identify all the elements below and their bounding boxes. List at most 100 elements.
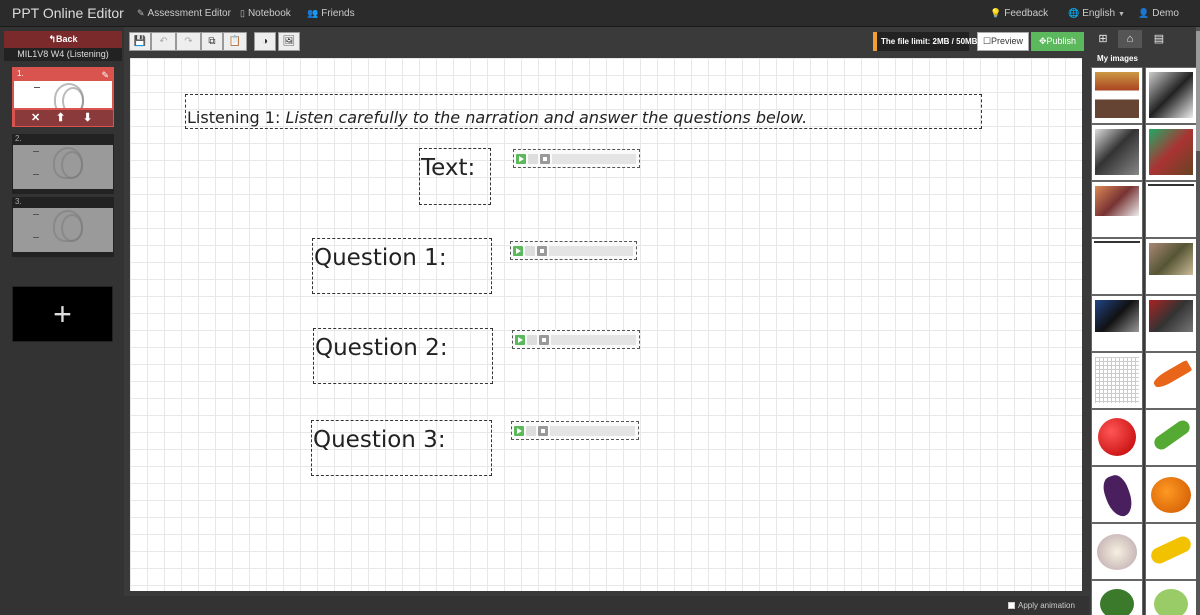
copy-button[interactable]: ⧉	[201, 32, 223, 51]
audio-player-question3[interactable]	[511, 421, 639, 440]
image-thumb-cauliflower[interactable]	[1091, 523, 1143, 580]
scrollbar-thumb[interactable]	[1196, 31, 1200, 151]
image-thumb-mechanic[interactable]	[1091, 295, 1143, 352]
caret-down-icon: ▼	[1118, 11, 1125, 18]
nav-notebook[interactable]: ▯ Notebook	[240, 8, 291, 19]
slide-thumbnail-1[interactable]: 1. ✎ ✕ ⬆ ⬇	[12, 67, 114, 127]
title-text: Listening 1: Listen carefully to the nar…	[187, 108, 807, 127]
text-label-box[interactable]: Text:	[419, 148, 491, 205]
slide-preview	[13, 145, 113, 189]
app-brand[interactable]: PPT Online Editor	[12, 5, 124, 21]
image-thumb-broccoli[interactable]	[1091, 580, 1143, 615]
pause-icon[interactable]	[527, 335, 537, 345]
slide-thumbnail-3[interactable]: 3.	[12, 197, 114, 257]
nav-feedback-label: Feedback	[1004, 8, 1049, 19]
image-thumb-cabbage[interactable]	[1145, 580, 1197, 615]
image-thumb-woman-cooking[interactable]	[1145, 124, 1197, 181]
slide-thumbnail-2[interactable]: 2.	[12, 134, 114, 194]
slide-preview-lines	[34, 87, 40, 108]
redo-button[interactable]: ↷	[176, 32, 201, 51]
stop-icon[interactable]	[539, 335, 549, 345]
image-thumb-carpenter[interactable]	[1145, 238, 1197, 295]
image-thumb-corn[interactable]	[1145, 523, 1197, 580]
nav-assessment-editor[interactable]: ✎ Assessment Editor	[137, 8, 231, 19]
back-button-label: Back	[56, 34, 78, 44]
paste-icon: 📋	[228, 36, 242, 47]
audio-player-question1[interactable]	[510, 241, 637, 260]
image-thumb-blank-2[interactable]	[1091, 238, 1143, 295]
preview-checkbox-icon: ☐	[982, 36, 992, 46]
move-up-icon[interactable]: ⬆	[56, 111, 65, 124]
image-thumb-pumpkin[interactable]	[1145, 466, 1197, 523]
images-scrollbar[interactable]	[1196, 27, 1200, 615]
copy-icon: ⧉	[208, 36, 216, 47]
user-menu[interactable]: 👤 Demo	[1138, 8, 1179, 19]
insert-image-button[interactable]: 🖼	[278, 32, 300, 51]
pause-icon[interactable]	[526, 426, 536, 436]
slide-preview	[14, 81, 112, 108]
play-icon[interactable]	[514, 426, 524, 436]
audio-progress-track[interactable]	[549, 246, 633, 256]
audio-progress-track[interactable]	[552, 154, 636, 164]
image-thumb-cook[interactable]	[1091, 67, 1143, 124]
image-icon: 🖼	[282, 36, 296, 47]
play-icon[interactable]	[513, 246, 523, 256]
slide-canvas[interactable]: Listening 1: Listen carefully to the nar…	[130, 58, 1082, 591]
image-thumb-barber[interactable]	[1091, 124, 1143, 181]
pencil-icon: ✎	[137, 8, 145, 18]
apply-animation-toggle[interactable]: Apply animation	[1008, 601, 1075, 610]
deck-name: MIL1V8 W4 (Listening)	[4, 48, 122, 61]
publish-label: Publish	[1046, 36, 1077, 46]
image-thumb-butcher[interactable]	[1091, 181, 1143, 238]
image-thumb-eggplant[interactable]	[1091, 466, 1143, 523]
stop-icon[interactable]	[538, 426, 548, 436]
images-tab[interactable]: ⌂	[1118, 30, 1142, 48]
add-asset-tab[interactable]: ⊞	[1091, 30, 1115, 48]
image-thumb-chef[interactable]	[1145, 67, 1197, 124]
layout-tab[interactable]: ▤	[1147, 30, 1171, 48]
question3-box[interactable]: Question 3:	[311, 420, 492, 476]
question1-box[interactable]: Question 1:	[312, 238, 492, 294]
image-thumb-tomato[interactable]	[1091, 409, 1143, 466]
paste-button[interactable]: 📋	[223, 32, 247, 51]
undo-button[interactable]: ↶	[151, 32, 176, 51]
stop-icon[interactable]	[540, 154, 550, 164]
globe-icon: 🌐	[1068, 8, 1080, 18]
edit-icon[interactable]: ✎	[101, 70, 109, 81]
stop-icon[interactable]	[537, 246, 547, 256]
window-icon: ▤	[1153, 33, 1165, 45]
delete-slide-icon[interactable]: ✕	[31, 111, 40, 124]
save-button[interactable]: 💾	[129, 32, 151, 51]
back-arrow-icon: ↰	[48, 34, 57, 44]
audio-player-text[interactable]	[513, 149, 640, 168]
audio-progress-track[interactable]	[551, 335, 636, 345]
image-thumb-worker[interactable]	[1145, 295, 1197, 352]
audio-player-question2[interactable]	[512, 330, 640, 349]
image-thumb-cucumber[interactable]	[1145, 409, 1197, 466]
language-dropdown[interactable]: 🌐 English ▼	[1068, 8, 1128, 19]
play-icon[interactable]	[515, 335, 525, 345]
nav-friends[interactable]: 👥 Friends	[307, 8, 355, 19]
image-thumb-word-search[interactable]	[1091, 352, 1143, 409]
my-images-label: My images	[1097, 54, 1138, 63]
question3-label: Question 3:	[313, 427, 446, 453]
apply-animation-checkbox[interactable]	[1008, 602, 1015, 610]
preview-button[interactable]: ☐Preview	[977, 32, 1029, 51]
pause-icon[interactable]	[528, 154, 538, 164]
slide-preview-lines	[33, 214, 39, 238]
nav-feedback[interactable]: 💡 Feedback	[990, 8, 1048, 19]
contrast-button[interactable]: ◑	[254, 32, 276, 51]
pause-icon[interactable]	[525, 246, 535, 256]
play-icon[interactable]	[516, 154, 526, 164]
audio-progress-track[interactable]	[550, 426, 635, 436]
image-thumb-blank[interactable]	[1145, 181, 1197, 238]
move-down-icon[interactable]: ⬇	[83, 111, 92, 124]
back-button[interactable]: ↰Back	[4, 31, 122, 48]
publish-button[interactable]: ✥Publish	[1031, 32, 1084, 51]
file-limit-indicator: The file limit: 2MB / 50MB	[873, 32, 977, 51]
title-textbox[interactable]: Listening 1: Listen carefully to the nar…	[185, 94, 982, 129]
question2-box[interactable]: Question 2:	[313, 328, 493, 384]
document-icon: ▯	[240, 8, 245, 18]
image-thumb-carrot[interactable]	[1145, 352, 1197, 409]
add-slide-button[interactable]: +	[12, 286, 113, 342]
